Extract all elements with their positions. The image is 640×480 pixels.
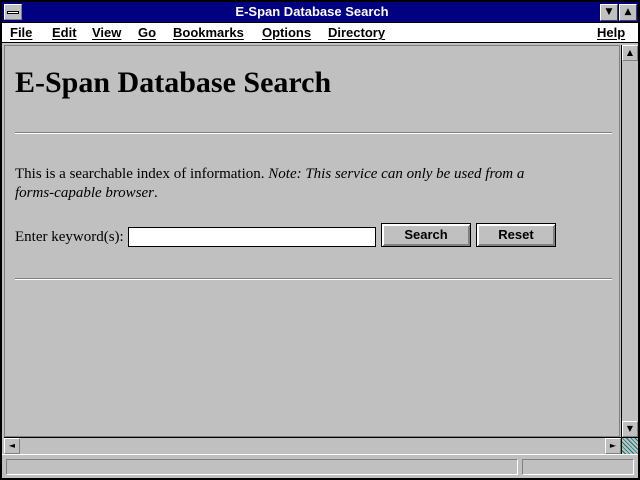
status-text: [6, 459, 518, 475]
horizontal-scrollbar[interactable]: ◄ ►: [4, 437, 621, 454]
keyword-input[interactable]: [128, 227, 376, 247]
menu-go[interactable]: Go: [138, 25, 156, 40]
menu-bar: File Edit View Go Bookmarks Options Dire…: [2, 23, 638, 43]
system-menu-icon: [7, 11, 19, 14]
progress-indicator: [522, 459, 634, 475]
menu-bookmarks[interactable]: Bookmarks: [173, 25, 244, 40]
reset-button[interactable]: Reset: [476, 223, 556, 247]
browser-window: E-Span Database Search ▼ ▲ File Edit Vie…: [0, 0, 640, 480]
note-end: .: [154, 185, 158, 201]
scroll-right-icon[interactable]: ►: [605, 438, 621, 454]
intro-paragraph: This is a searchable index of informatio…: [15, 165, 555, 203]
menu-help[interactable]: Help: [597, 25, 625, 40]
scroll-up-icon[interactable]: ▲: [622, 45, 638, 61]
system-menu-button[interactable]: [4, 4, 22, 20]
vertical-scroll-track[interactable]: [622, 61, 638, 421]
vertical-scrollbar[interactable]: ▲ ▼: [621, 45, 638, 437]
keyword-label: Enter keyword(s):: [15, 229, 124, 245]
scroll-down-icon[interactable]: ▼: [622, 421, 638, 437]
resize-grip[interactable]: [621, 437, 638, 454]
page-title: E-Span Database Search: [15, 66, 332, 99]
maximize-button[interactable]: ▲: [619, 4, 637, 21]
menu-edit[interactable]: Edit: [52, 25, 77, 40]
status-bar: [2, 454, 638, 478]
menu-options[interactable]: Options: [262, 25, 311, 40]
menu-view[interactable]: View: [92, 25, 121, 40]
title-bar[interactable]: E-Span Database Search ▼ ▲: [2, 2, 638, 23]
minimize-button[interactable]: ▼: [600, 4, 618, 21]
scroll-left-icon[interactable]: ◄: [4, 438, 20, 454]
intro-text: This is a searchable index of informatio…: [15, 166, 269, 182]
menu-directory[interactable]: Directory: [328, 25, 385, 40]
divider-bottom: [15, 278, 612, 280]
window-title: E-Span Database Search: [235, 4, 389, 19]
search-button[interactable]: Search: [381, 223, 471, 247]
menu-file[interactable]: File: [10, 25, 32, 40]
page-content: E-Span Database Search This is a searcha…: [4, 45, 620, 437]
divider-top: [15, 132, 612, 134]
